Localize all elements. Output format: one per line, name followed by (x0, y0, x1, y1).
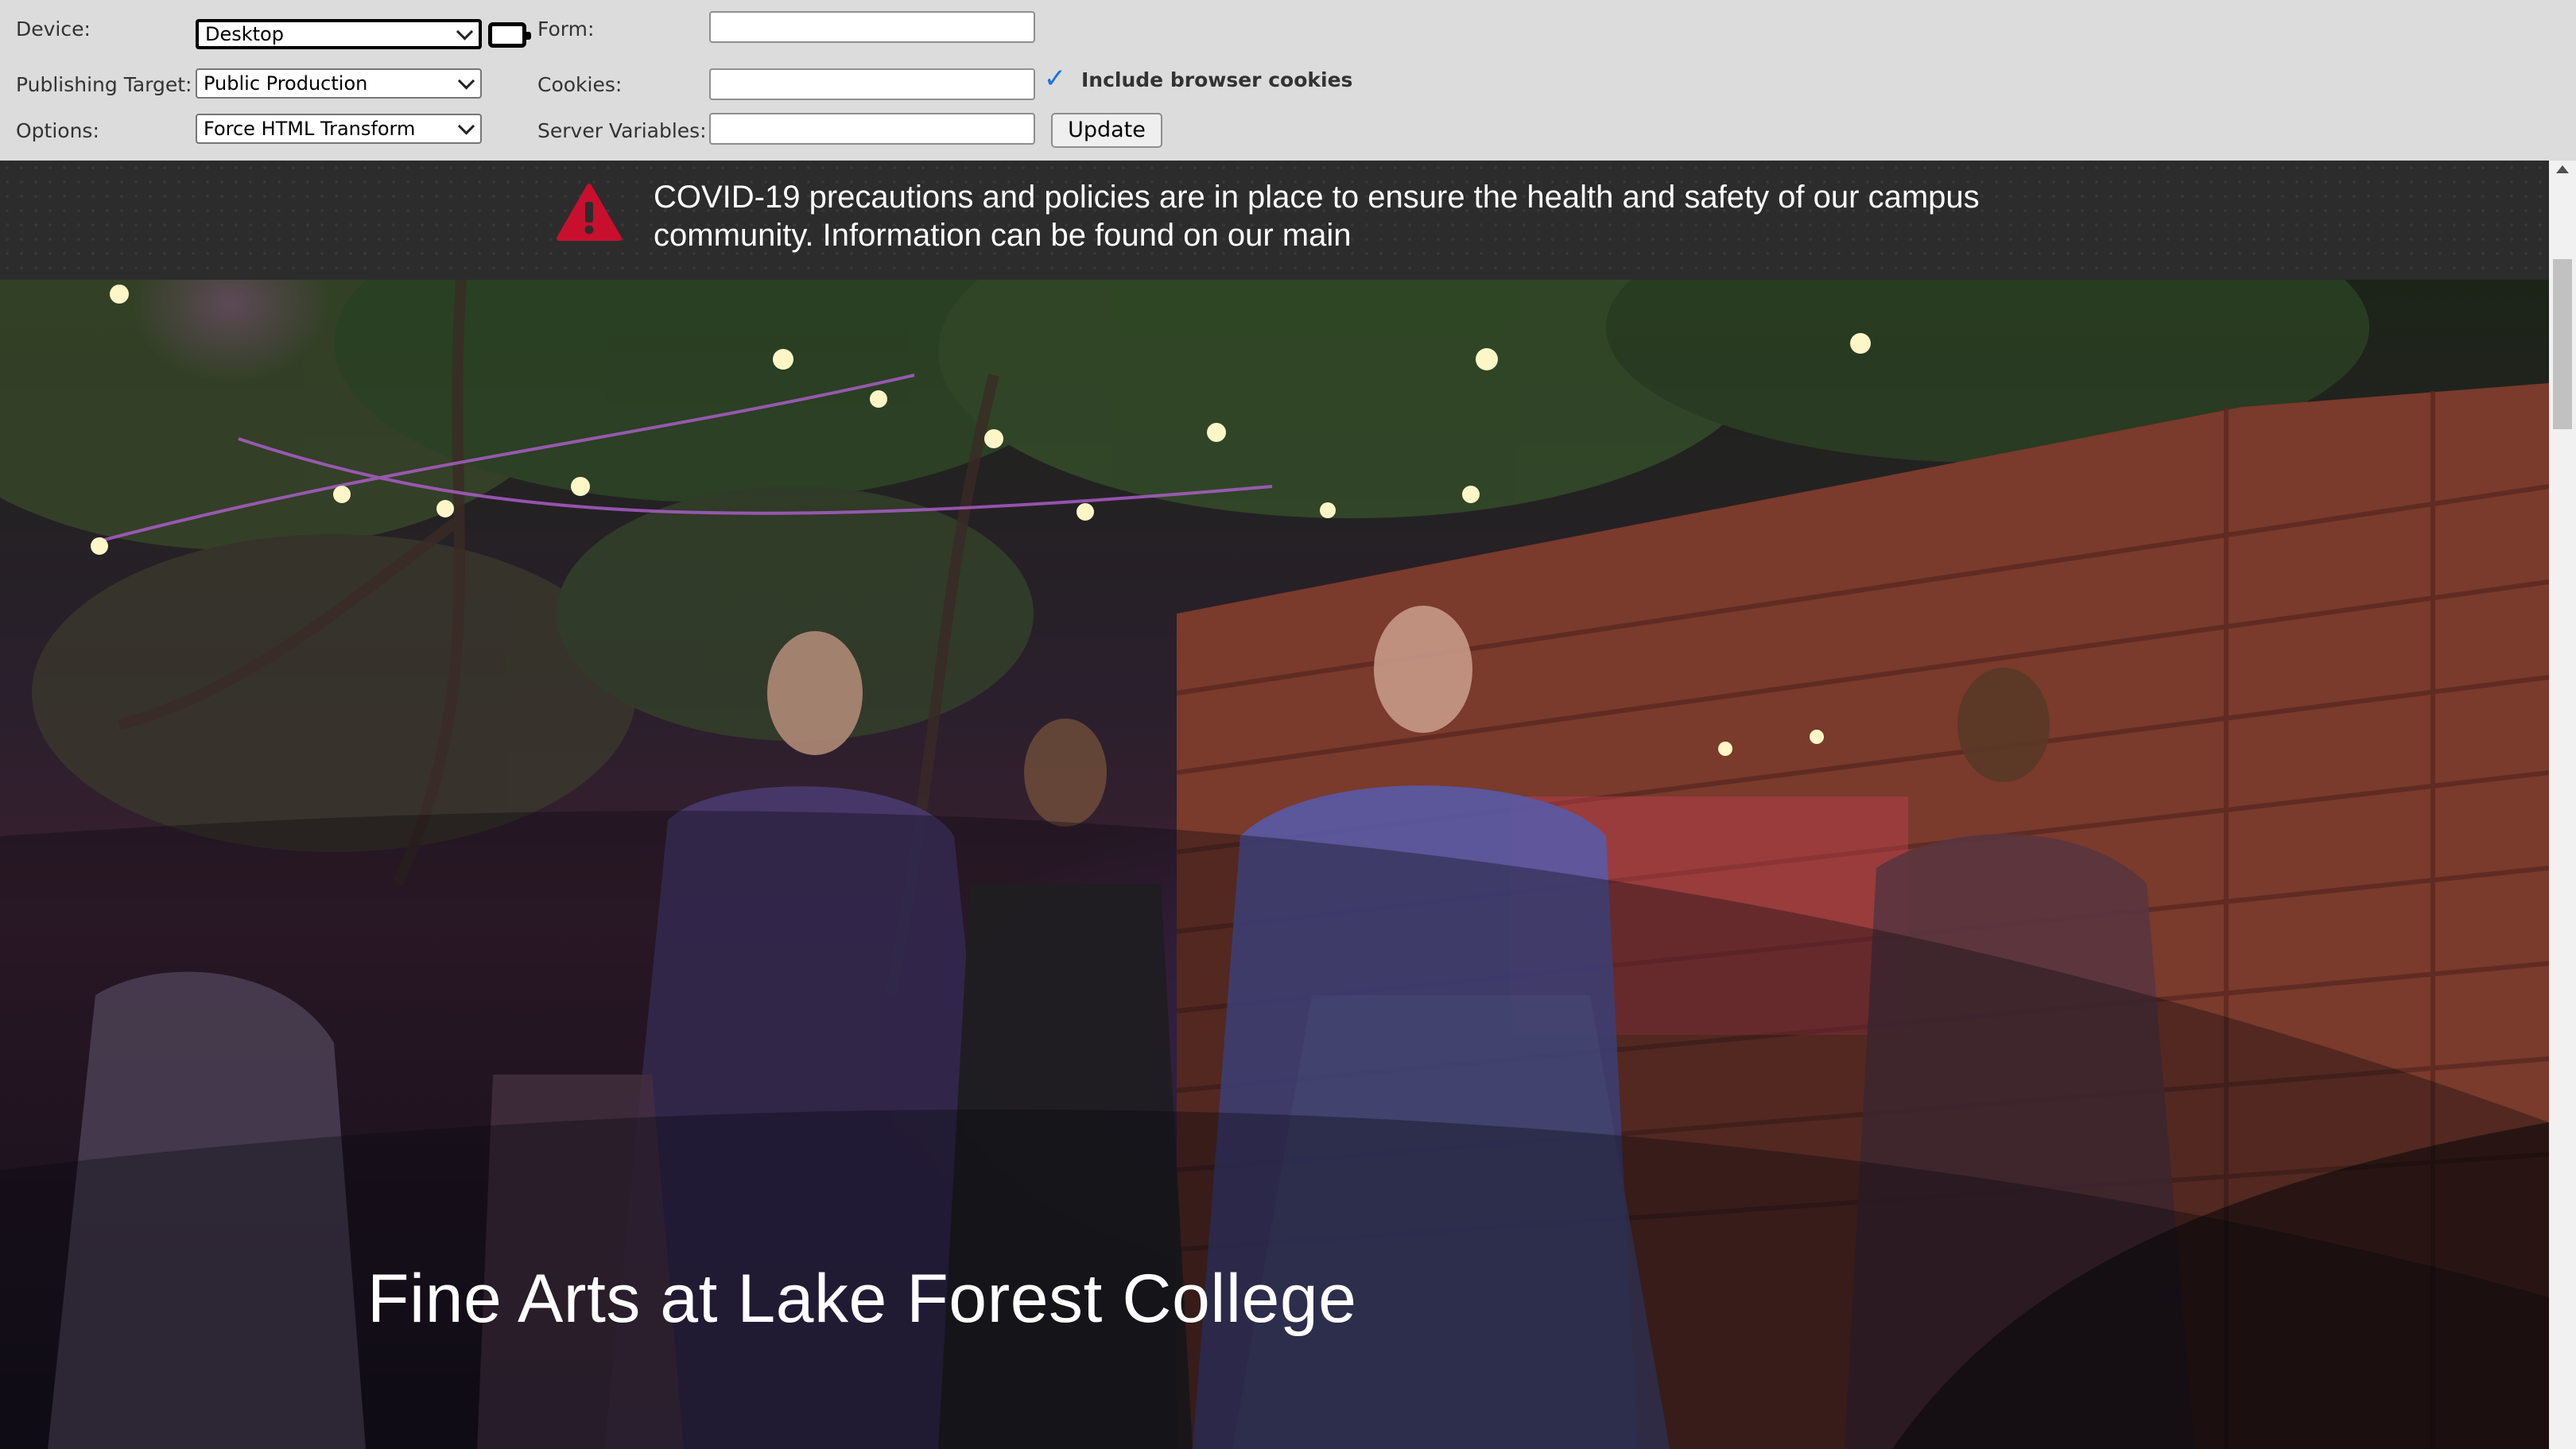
publishing-target-select[interactable]: Public Production (196, 68, 482, 99)
chevron-down-icon (457, 72, 475, 90)
include-browser-cookies-label: Include browser cookies (1081, 68, 1353, 91)
chevron-down-icon (456, 23, 474, 41)
hero-banner: Fine Arts at Lake Forest College (0, 280, 2549, 1449)
site-preview: COVID-19 precautions and policies are in… (0, 161, 2549, 1449)
include-browser-cookies-checkbox[interactable]: ✓ (1043, 65, 1067, 92)
device-select-value: Desktop (205, 23, 284, 45)
publishing-target-value: Public Production (204, 72, 368, 95)
cookies-input[interactable] (709, 68, 1035, 100)
publishing-target-label: Publishing Target: (16, 73, 192, 96)
device-label: Device: (16, 17, 91, 41)
form-input[interactable] (709, 11, 1035, 43)
update-button[interactable]: Update (1051, 113, 1162, 148)
options-label: Options: (16, 119, 99, 142)
vertical-scrollbar[interactable] (2549, 161, 2576, 1449)
server-variables-input[interactable] (709, 113, 1035, 145)
covid-alert-banner[interactable]: COVID-19 precautions and policies are in… (0, 161, 2549, 280)
cookies-label: Cookies: (537, 73, 623, 96)
covid-alert-text: COVID-19 precautions and policies are in… (654, 180, 1980, 253)
scroll-up-arrow-icon[interactable] (2556, 165, 2569, 173)
hero-title: Fine Arts at Lake Forest College (367, 1261, 1357, 1337)
server-variables-label: Server Variables: (537, 119, 707, 142)
warning-triangle-icon (557, 184, 622, 241)
preview-toolbar: Device: Desktop Publishing Target: Publi… (0, 0, 2576, 161)
device-select[interactable]: Desktop (196, 19, 482, 49)
options-select-value: Force HTML Transform (204, 118, 416, 140)
form-label: Form: (537, 17, 595, 41)
scrollbar-thumb[interactable] (2553, 259, 2572, 429)
desktop-device-icon[interactable] (488, 22, 531, 48)
chevron-down-icon (457, 118, 475, 135)
options-select[interactable]: Force HTML Transform (196, 114, 482, 144)
